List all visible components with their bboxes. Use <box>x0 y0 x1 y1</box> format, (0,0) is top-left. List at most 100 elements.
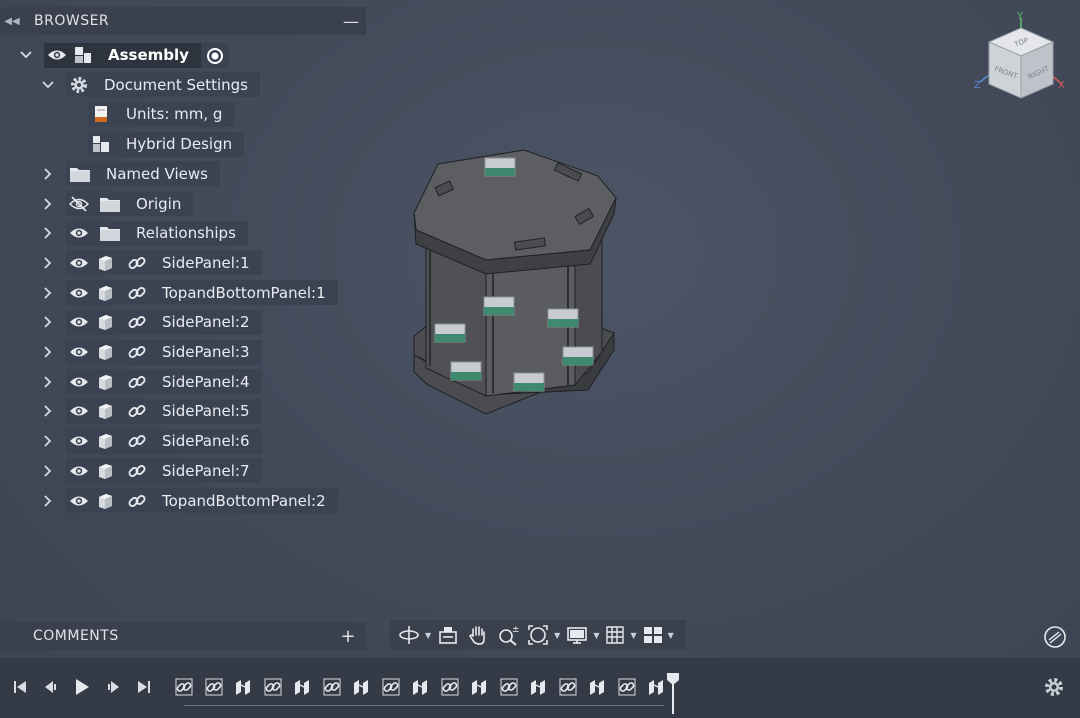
chevron-right-icon[interactable] <box>40 191 56 217</box>
orbit-dropdown-icon[interactable]: ▼ <box>425 631 431 640</box>
eye-icon[interactable] <box>66 429 92 454</box>
fit-dropdown-icon[interactable]: ▼ <box>554 631 560 640</box>
tree-item-sidepanel2[interactable]: SidePanel:2 <box>0 309 370 335</box>
tree-node-sidepanel1[interactable]: SidePanel:1 <box>66 250 262 276</box>
chevron-right-icon[interactable] <box>40 280 56 306</box>
eye-icon[interactable] <box>66 221 92 246</box>
display-dropdown-icon[interactable]: ▼ <box>593 631 599 640</box>
activate-component-radio[interactable] <box>201 43 229 68</box>
joint-glyph[interactable] <box>547 308 579 328</box>
tree-node-sidepanel5[interactable]: SidePanel:5 <box>66 398 262 424</box>
tree-item-sidepanel3[interactable]: SidePanel:3 <box>0 339 370 365</box>
rigid-group-icon[interactable] <box>468 676 490 698</box>
chevron-right-icon[interactable] <box>40 161 56 187</box>
eye-icon[interactable] <box>66 280 92 305</box>
joint-icon[interactable] <box>616 676 638 698</box>
tree-node-sidepanel6[interactable]: SidePanel:6 <box>66 428 262 454</box>
joint-glyph[interactable] <box>513 372 545 392</box>
tree-node-topbottom2[interactable]: TopandBottomPanel:2 <box>66 488 338 513</box>
orbit-icon[interactable] <box>394 620 424 650</box>
add-comment-button[interactable]: + <box>330 626 366 647</box>
chevron-right-icon[interactable] <box>40 369 56 395</box>
joint-glyph[interactable] <box>450 361 482 381</box>
tree-node-assembly[interactable]: Assembly <box>44 42 201 68</box>
joint-glyph[interactable] <box>562 346 594 366</box>
rigid-group-icon[interactable] <box>586 676 608 698</box>
joint-icon[interactable] <box>203 676 225 698</box>
go-to-end-icon[interactable] <box>128 672 159 702</box>
look-at-icon[interactable] <box>433 620 463 650</box>
tree-item-doc-settings[interactable]: Document Settings <box>0 72 370 98</box>
tree-node-sidepanel4[interactable]: SidePanel:4 <box>66 369 262 395</box>
display-settings-icon[interactable] <box>562 620 592 650</box>
chevron-down-icon[interactable] <box>18 42 34 68</box>
joint-glyph[interactable] <box>434 323 466 343</box>
tree-item-origin[interactable]: Origin <box>0 191 370 217</box>
timeline-marker[interactable] <box>666 672 680 714</box>
collapse-panel-icon[interactable]: ◀◀ <box>0 16 24 27</box>
fit-icon[interactable] <box>523 620 553 650</box>
joint-icon[interactable] <box>439 676 461 698</box>
eye-icon[interactable] <box>66 250 92 275</box>
tree-item-topbottom2[interactable]: TopandBottomPanel:2 <box>0 488 370 514</box>
step-back-icon[interactable] <box>35 672 66 702</box>
grid-dropdown-icon[interactable]: ▼ <box>630 631 636 640</box>
tree-item-topbottom1[interactable]: TopandBottomPanel:1 <box>0 280 370 306</box>
viewcube[interactable]: Y X Z TOP FRONT RIGHT <box>970 8 1070 108</box>
play-icon[interactable] <box>66 672 97 702</box>
chevron-right-icon[interactable] <box>40 428 56 454</box>
chevron-right-icon[interactable] <box>40 488 56 514</box>
eye-icon[interactable] <box>66 340 92 365</box>
tree-node-named-views[interactable]: Named Views <box>66 161 220 187</box>
rigid-group-icon[interactable] <box>291 676 313 698</box>
tree-node-hybrid[interactable]: Hybrid Design <box>88 131 245 157</box>
viewports-icon[interactable] <box>639 620 667 650</box>
minimize-browser-button[interactable]: — <box>336 12 366 31</box>
eye-icon[interactable] <box>66 458 92 483</box>
go-to-start-icon[interactable] <box>4 672 35 702</box>
eye-icon[interactable] <box>66 399 92 424</box>
joint-glyph[interactable] <box>484 157 516 177</box>
chevron-down-icon[interactable] <box>40 72 56 98</box>
rigid-group-icon[interactable] <box>232 676 254 698</box>
tree-node-units[interactable]: Units: mm, g <box>88 101 235 127</box>
rigid-group-icon[interactable] <box>350 676 372 698</box>
tree-node-sidepanel7[interactable]: SidePanel:7 <box>66 458 262 484</box>
viewports-dropdown-icon[interactable]: ▼ <box>668 631 674 640</box>
hexagonal-enclosure-model[interactable] <box>400 140 630 430</box>
joint-glyph[interactable] <box>483 296 515 316</box>
tree-item-sidepanel7[interactable]: SidePanel:7 <box>0 458 370 484</box>
grid-icon[interactable] <box>601 620 629 650</box>
tree-node-doc-settings[interactable]: Document Settings <box>66 72 261 98</box>
rigid-group-icon[interactable] <box>645 676 667 698</box>
chevron-right-icon[interactable] <box>40 458 56 484</box>
tree-node-sidepanel2[interactable]: SidePanel:2 <box>66 309 262 335</box>
chevron-right-icon[interactable] <box>40 398 56 424</box>
chevron-right-icon[interactable] <box>40 250 56 276</box>
tree-item-units[interactable]: Units: mm, g <box>0 101 370 127</box>
rigid-group-icon[interactable] <box>527 676 549 698</box>
rigid-group-icon[interactable] <box>409 676 431 698</box>
tree-item-relationships[interactable]: Relationships <box>0 220 370 246</box>
tree-item-sidepanel5[interactable]: SidePanel:5 <box>0 398 370 424</box>
tree-node-topbottom1[interactable]: TopandBottomPanel:1 <box>66 280 338 306</box>
tree-item-named-views[interactable]: Named Views <box>0 161 370 187</box>
joint-icon[interactable] <box>173 676 195 698</box>
tree-node-origin[interactable]: Origin <box>66 191 194 216</box>
step-forward-icon[interactable] <box>97 672 128 702</box>
joint-icon[interactable] <box>557 676 579 698</box>
tree-item-sidepanel4[interactable]: SidePanel:4 <box>0 369 370 395</box>
joint-icon[interactable] <box>321 676 343 698</box>
joint-icon[interactable] <box>262 676 284 698</box>
eye-icon[interactable] <box>66 488 92 513</box>
tree-item-assembly[interactable]: Assembly <box>0 42 370 68</box>
tree-node-sidepanel3[interactable]: SidePanel:3 <box>66 339 262 365</box>
gear-icon[interactable] <box>1042 675 1066 699</box>
viewport-options-icon[interactable] <box>1043 625 1067 649</box>
tree-node-relationships[interactable]: Relationships <box>66 220 248 246</box>
zoom-icon[interactable]: ± <box>493 620 523 650</box>
eye-icon[interactable] <box>66 369 92 394</box>
chevron-right-icon[interactable] <box>40 220 56 246</box>
tree-item-hybrid[interactable]: Hybrid Design <box>0 131 370 157</box>
pan-hand-icon[interactable] <box>463 620 493 650</box>
